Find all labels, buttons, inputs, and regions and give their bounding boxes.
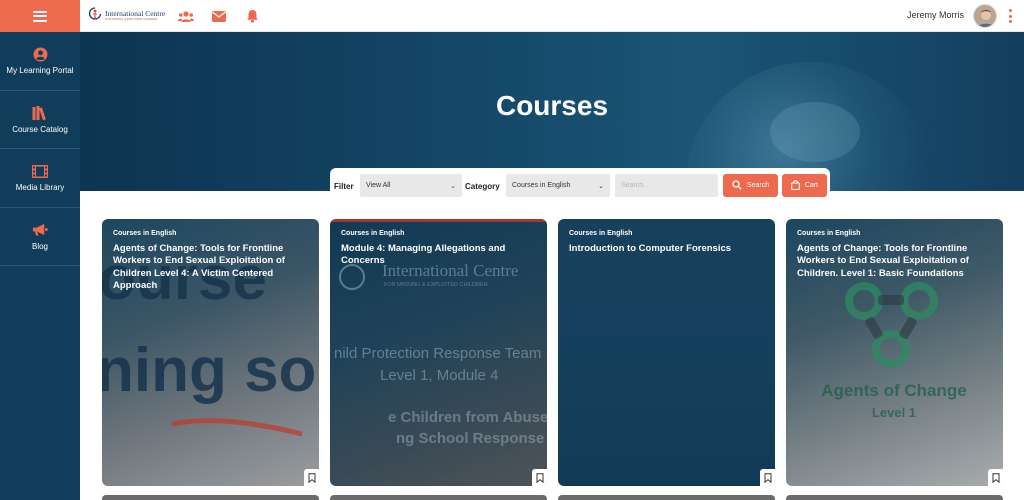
- user-circle-icon: [32, 46, 48, 62]
- hamburger-icon: [33, 10, 47, 22]
- chevron-down-icon: ⌄: [450, 182, 456, 190]
- course-category: Courses in English: [569, 230, 633, 237]
- thumbnail-text: ning so: [102, 336, 316, 405]
- sidebar-item-label: Media Library: [15, 183, 65, 193]
- menu-toggle-button[interactable]: [0, 0, 80, 32]
- course-title: Agents of Change: Tools for Frontline Wo…: [113, 243, 285, 291]
- sidebar: My Learning Portal Course Catalog Media …: [0, 32, 80, 500]
- user-name[interactable]: Jeremy Morris: [907, 10, 964, 20]
- top-bar: International Centre FOR MISSING & EXPLO…: [0, 0, 1024, 32]
- course-title: Agents of Change: Tools for Frontline Wo…: [797, 243, 969, 279]
- sidebar-item-label: My Learning Portal: [6, 66, 74, 76]
- category-select[interactable]: Courses in English ⌄: [506, 174, 610, 197]
- search-button[interactable]: Search: [723, 174, 778, 197]
- thumbnail-text: e Children from Abuse b: [388, 409, 547, 426]
- megaphone-icon: [32, 222, 48, 238]
- filter-bar: Filter View All ⌄ Category Courses in En…: [330, 168, 830, 203]
- course-card[interactable]: Agents of Change Level 1 Courses in Engl…: [786, 219, 1003, 486]
- books-icon: [32, 105, 48, 121]
- sidebar-item-my-learning-portal[interactable]: My Learning Portal: [0, 32, 80, 91]
- thumbnail-logo-sub: FOR MISSING & EXPLOITED CHILDREN: [384, 282, 488, 288]
- search-input[interactable]: [615, 174, 718, 197]
- thumbnail-text: Level 1: [872, 405, 916, 420]
- bell-icon[interactable]: [243, 7, 261, 25]
- bookmark-icon[interactable]: [532, 469, 547, 486]
- category-select-value: Courses in English: [512, 182, 571, 189]
- sidebar-item-label: Blog: [31, 241, 48, 251]
- bookmark-icon[interactable]: [304, 469, 319, 486]
- logo-tagline: FOR MISSING & EXPLOITED CHILDREN: [105, 17, 158, 21]
- filter-select-value: View All: [366, 182, 391, 189]
- course-card[interactable]: Courses in English Introduction to Compu…: [558, 219, 775, 486]
- course-card-partial[interactable]: [558, 495, 775, 500]
- category-label: Category: [465, 182, 500, 191]
- chevron-down-icon: ⌄: [598, 182, 604, 190]
- film-icon: [32, 163, 48, 179]
- course-title: Module 4: Managing Allegations and Conce…: [341, 243, 506, 267]
- page-title: Courses: [495, 90, 609, 121]
- course-card[interactable]: ourse ning so Courses in English Agents …: [102, 219, 319, 486]
- search-button-label: Search: [746, 182, 770, 189]
- sidebar-item-label: Course Catalog: [12, 124, 68, 134]
- site-logo[interactable]: International Centre FOR MISSING & EXPLO…: [88, 4, 165, 28]
- avatar[interactable]: [973, 4, 997, 28]
- course-category: Courses in English: [341, 230, 405, 237]
- search-icon: [732, 179, 742, 192]
- course-category: Courses in English: [797, 230, 861, 237]
- course-card[interactable]: International Centre FOR MISSING & EXPLO…: [330, 219, 547, 486]
- course-card-partial[interactable]: [102, 495, 319, 500]
- sidebar-item-blog[interactable]: Blog: [0, 208, 80, 266]
- filter-label: Filter: [334, 182, 354, 191]
- users-icon[interactable]: [177, 7, 195, 25]
- sidebar-item-media-library[interactable]: Media Library: [0, 149, 80, 208]
- shopping-bag-icon: [791, 179, 800, 192]
- bookmark-icon[interactable]: [760, 469, 775, 486]
- kebab-menu-icon[interactable]: [1006, 8, 1014, 24]
- logo-mark-icon: [88, 6, 102, 26]
- cart-button-label: Cart: [804, 182, 819, 189]
- thumbnail-text: Level 1, Module 4: [380, 367, 498, 384]
- course-title: Introduction to Computer Forensics: [569, 243, 732, 254]
- course-card-partial[interactable]: [786, 495, 1003, 500]
- course-category: Courses in English: [113, 230, 177, 237]
- filter-select[interactable]: View All ⌄: [360, 174, 462, 197]
- envelope-icon[interactable]: [210, 7, 228, 25]
- cart-button[interactable]: Cart: [782, 174, 827, 197]
- thumbnail-text: Agents of Change: [821, 381, 966, 400]
- bookmark-icon[interactable]: [988, 469, 1003, 486]
- thumbnail-text: ng School Response: [396, 430, 544, 447]
- logo-name: International Centre: [105, 9, 166, 19]
- thumbnail-text: nild Protection Response Team: [334, 345, 541, 362]
- sidebar-item-course-catalog[interactable]: Course Catalog: [0, 91, 80, 149]
- course-card-partial[interactable]: [330, 495, 547, 500]
